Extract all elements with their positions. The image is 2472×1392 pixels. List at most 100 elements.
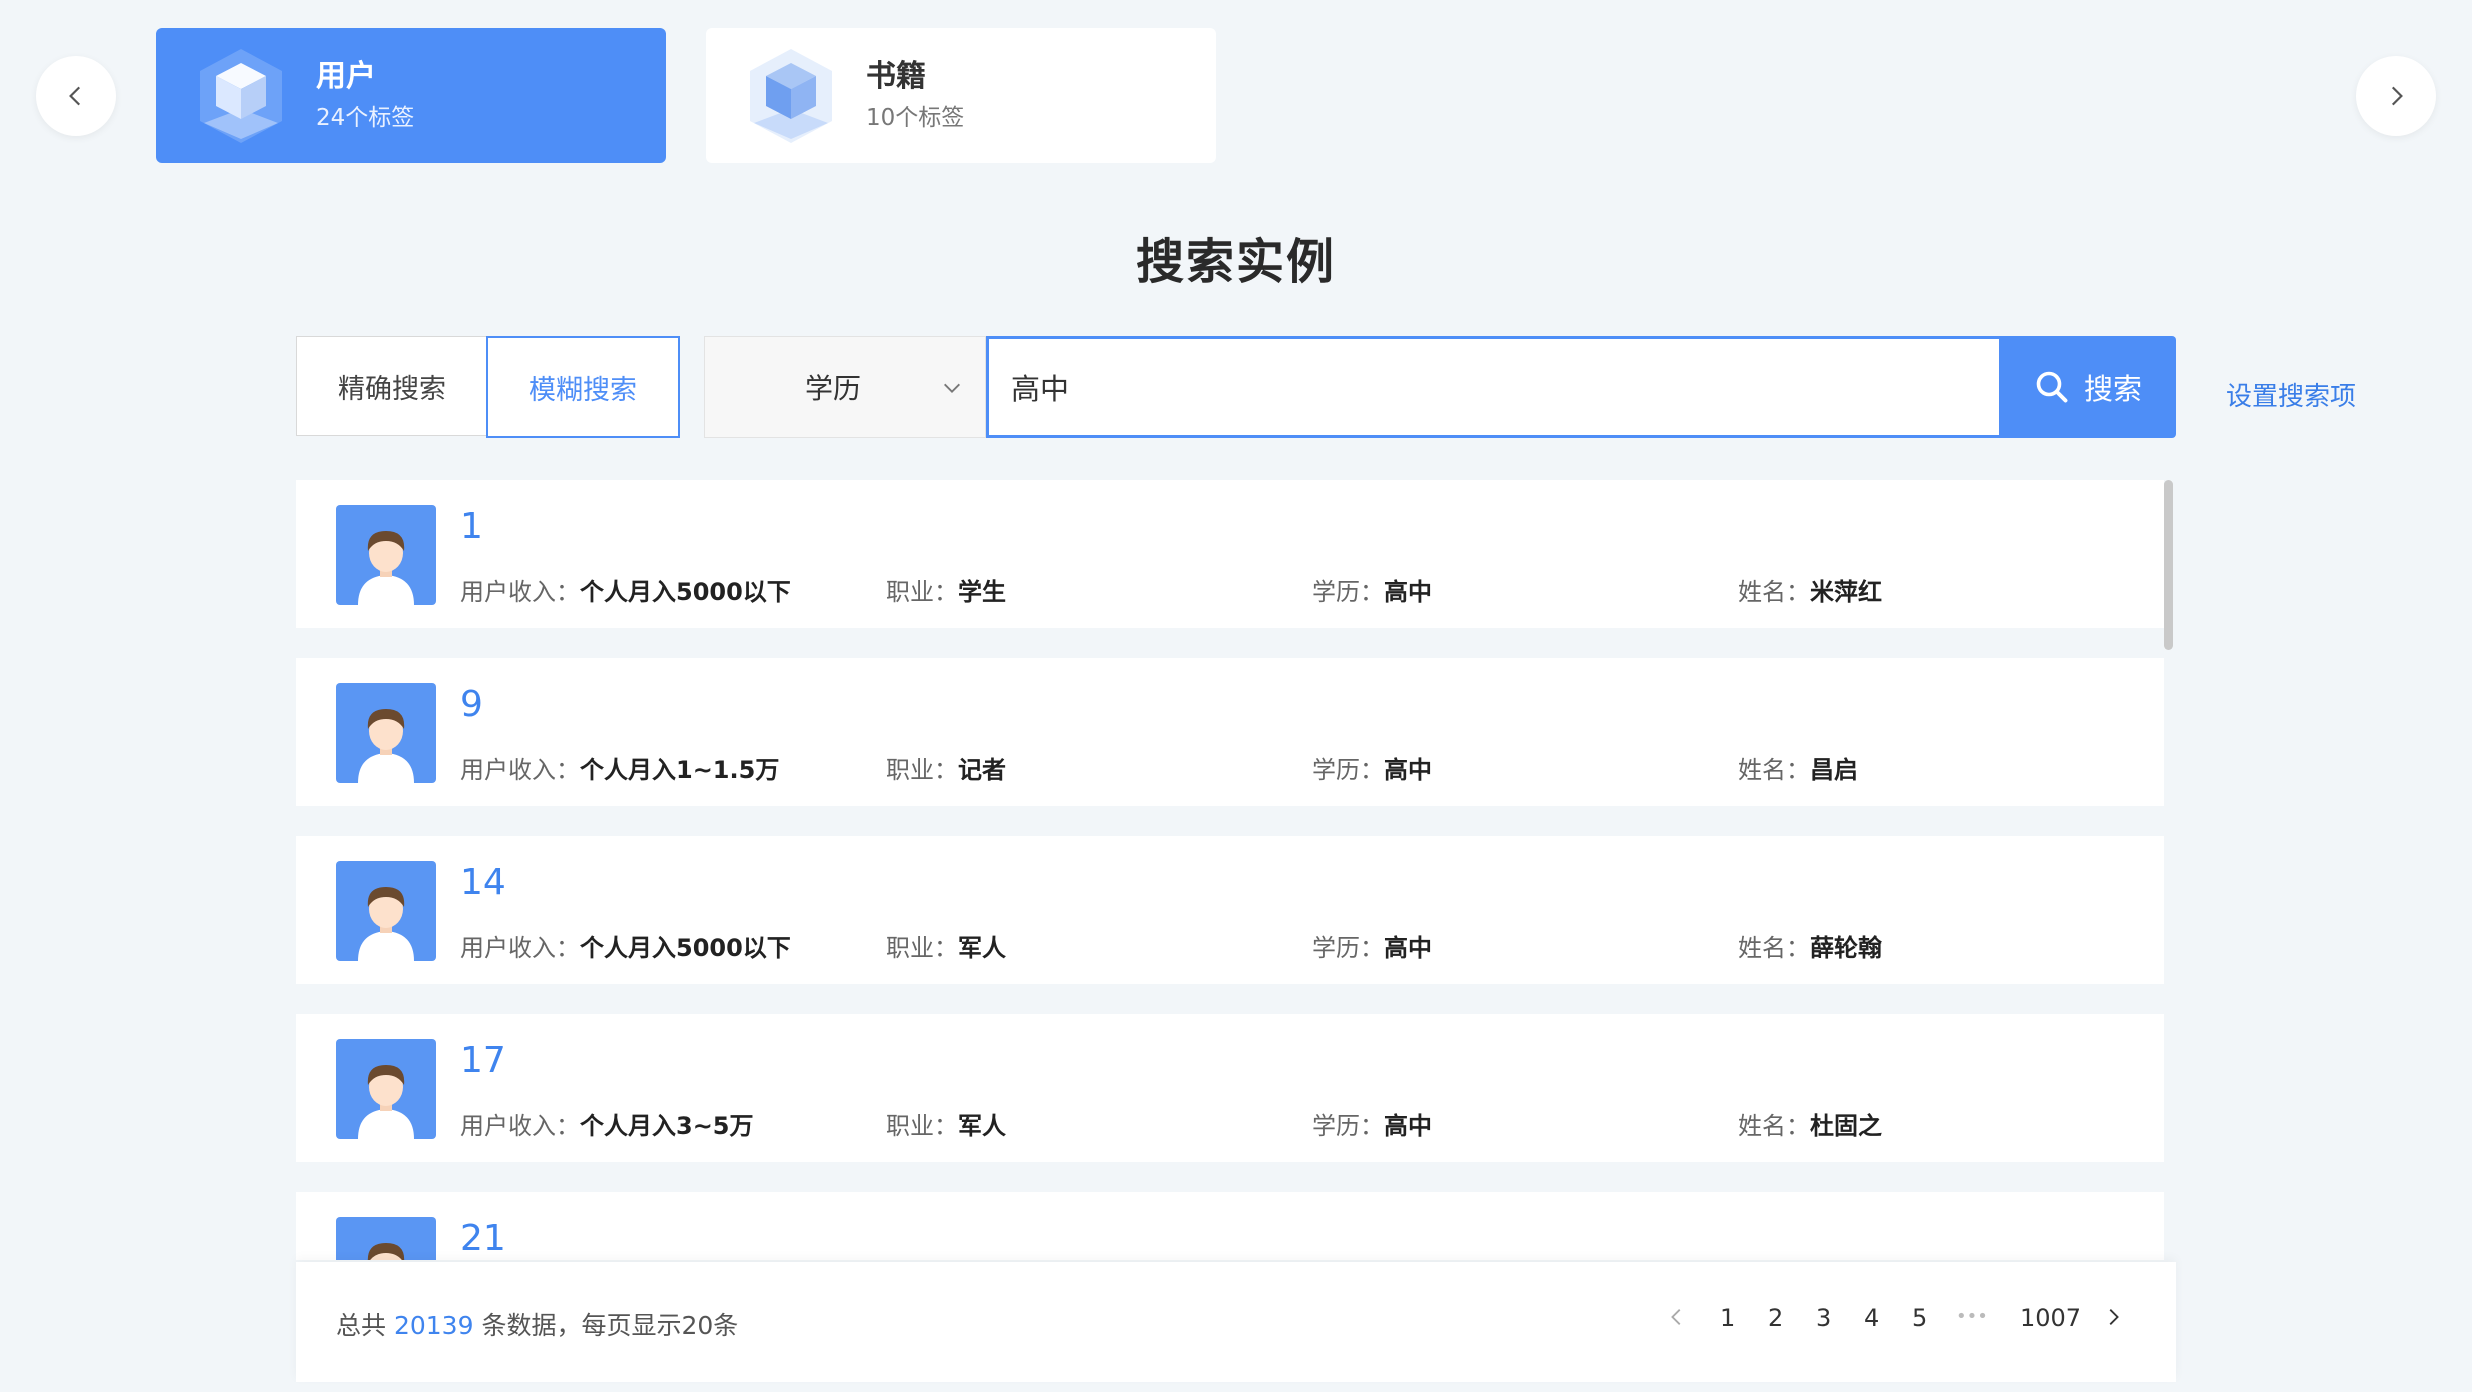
income-field: 用户收入：个人月入5000以下 (460, 928, 791, 963)
card-subtitle: 10个标签 (866, 104, 965, 131)
name-value: 杜固之 (1810, 1112, 1882, 1140)
user-avatar-icon (336, 683, 436, 783)
page-1[interactable]: 1 (1720, 1304, 1735, 1332)
name-field: 姓名：米萍红 (1738, 572, 1882, 607)
cube-icon (200, 48, 282, 143)
job-label: 职业： (886, 1112, 958, 1140)
user-avatar-icon (336, 1039, 436, 1139)
chevron-right-icon (2391, 86, 2403, 106)
name-label: 姓名： (1738, 1112, 1810, 1140)
next-card-button[interactable] (2356, 56, 2436, 136)
user-avatar-icon (336, 1217, 436, 1260)
fuzzy-search-tab[interactable]: 模糊搜索 (486, 336, 680, 438)
exact-search-tab[interactable]: 精确搜索 (296, 336, 488, 436)
result-id[interactable]: 17 (460, 1040, 506, 1081)
name-field: 姓名：薛轮翰 (1738, 928, 1882, 963)
education-label: 学历： (1312, 934, 1384, 962)
avatar (336, 861, 436, 961)
search-button-label: 搜索 (2083, 372, 2142, 406)
education-label: 学历： (1312, 1112, 1384, 1140)
income-label: 用户收入： (460, 1112, 580, 1140)
result-id[interactable]: 21 (460, 1218, 506, 1259)
name-value: 薛轮翰 (1810, 934, 1882, 962)
name-value: 昌启 (1810, 756, 1858, 784)
page-ellipsis[interactable]: ••• (1956, 1306, 1988, 1327)
avatar (336, 505, 436, 605)
category-card-books[interactable]: 书籍 10个标签 (706, 28, 1216, 163)
education-label: 学历： (1312, 578, 1384, 606)
result-summary: 总共 20139 条数据，每页显示20条 (336, 1306, 738, 1342)
list-item[interactable]: 21 (296, 1192, 2164, 1260)
result-id[interactable]: 14 (460, 862, 506, 903)
search-input[interactable] (986, 336, 2002, 438)
avatar (336, 1217, 436, 1260)
chevron-down-icon (944, 383, 960, 393)
chevron-left-icon (69, 86, 81, 106)
name-field: 姓名：杜固之 (1738, 1106, 1882, 1141)
chevron-right-icon (2109, 1309, 2119, 1325)
education-value: 高中 (1384, 578, 1432, 606)
page-5[interactable]: 5 (1912, 1304, 1927, 1332)
page-title: 搜索实例 (1135, 234, 1336, 290)
pagination-footer: 总共 20139 条数据，每页显示20条 1 2 3 4 5 ••• 1007 (296, 1262, 2176, 1382)
income-field: 用户收入：个人月入1~1.5万 (460, 750, 779, 785)
list-scrollbar[interactable] (2160, 478, 2176, 1260)
page-2[interactable]: 2 (1768, 1304, 1783, 1332)
scrollbar-thumb[interactable] (2164, 480, 2173, 650)
avatar (336, 683, 436, 783)
job-label: 职业： (886, 934, 958, 962)
summary-suffix: 条数据，每页显示20条 (481, 1311, 739, 1340)
list-item[interactable]: 1 用户收入：个人月入5000以下 职业：学生 学历：高中 姓名：米萍红 (296, 480, 2164, 628)
summary-prefix: 总共 (336, 1311, 387, 1340)
job-value: 军人 (958, 1112, 1006, 1140)
name-value: 米萍红 (1810, 578, 1882, 606)
search-field-select[interactable]: 学历 (704, 336, 986, 438)
cube-icon (750, 48, 832, 143)
card-subtitle: 24个标签 (316, 104, 415, 131)
search-button[interactable]: 搜索 (2000, 336, 2176, 438)
job-value: 记者 (958, 756, 1006, 784)
education-field: 学历：高中 (1312, 1106, 1432, 1141)
next-page-button[interactable] (2102, 1306, 2124, 1334)
total-count: 20139 (393, 1311, 474, 1340)
category-card-users[interactable]: 用户 24个标签 (156, 28, 666, 163)
name-label: 姓名： (1738, 756, 1810, 784)
job-label: 职业： (886, 756, 958, 784)
income-label: 用户收入： (460, 578, 580, 606)
fuzzy-search-label: 模糊搜索 (529, 374, 637, 406)
list-item[interactable]: 9 用户收入：个人月入1~1.5万 职业：记者 学历：高中 姓名：昌启 (296, 658, 2164, 806)
education-field: 学历：高中 (1312, 750, 1432, 785)
name-label: 姓名： (1738, 934, 1810, 962)
name-field: 姓名：昌启 (1738, 750, 1858, 785)
search-field-value: 学历 (805, 372, 862, 405)
job-field: 职业：军人 (886, 1106, 1006, 1141)
job-field: 职业：记者 (886, 750, 1006, 785)
job-field: 职业：学生 (886, 572, 1006, 607)
education-value: 高中 (1384, 1112, 1432, 1140)
prev-page-button[interactable] (1666, 1306, 1688, 1334)
education-field: 学历：高中 (1312, 572, 1432, 607)
list-item[interactable]: 14 用户收入：个人月入5000以下 职业：军人 学历：高中 姓名：薛轮翰 (296, 836, 2164, 984)
income-label: 用户收入： (460, 756, 580, 784)
income-value: 个人月入5000以下 (580, 578, 791, 606)
income-field: 用户收入：个人月入5000以下 (460, 572, 791, 607)
job-value: 学生 (958, 578, 1006, 606)
page-3[interactable]: 3 (1816, 1304, 1831, 1332)
avatar (336, 1039, 436, 1139)
name-label: 姓名： (1738, 578, 1810, 606)
income-label: 用户收入： (460, 934, 580, 962)
prev-card-button[interactable] (36, 56, 116, 136)
education-label: 学历： (1312, 756, 1384, 784)
job-value: 军人 (958, 934, 1006, 962)
list-item[interactable]: 17 用户收入：个人月入3~5万 职业：军人 学历：高中 姓名：杜固之 (296, 1014, 2164, 1162)
user-avatar-icon (336, 861, 436, 961)
income-field: 用户收入：个人月入3~5万 (460, 1106, 754, 1141)
result-id[interactable]: 9 (460, 684, 483, 725)
income-value: 个人月入1~1.5万 (580, 756, 780, 784)
exact-search-label: 精确搜索 (338, 373, 446, 405)
configure-search-link[interactable]: 设置搜索项 (2226, 376, 2356, 413)
result-id[interactable]: 1 (460, 506, 483, 547)
result-list: 1 用户收入：个人月入5000以下 职业：学生 学历：高中 姓名：米萍红 9 用… (296, 478, 2176, 1260)
page-4[interactable]: 4 (1864, 1304, 1879, 1332)
page-last[interactable]: 1007 (2020, 1304, 2081, 1332)
